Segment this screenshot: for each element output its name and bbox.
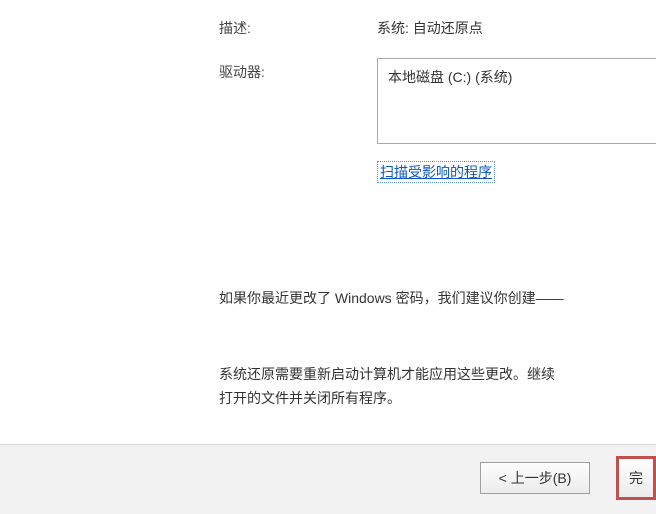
drive-listbox[interactable]: 本地磁盘 (C:) (系统) bbox=[377, 58, 656, 144]
drive-list-item[interactable]: 本地磁盘 (C:) (系统) bbox=[388, 67, 646, 87]
next-button-label: 完 bbox=[629, 468, 643, 488]
back-button[interactable]: < 上一步(B) bbox=[480, 462, 590, 494]
restart-note-line1: 系统还原需要重新启动计算机才能应用这些更改。继续 bbox=[219, 364, 656, 384]
description-value: 系统: 自动还原点 bbox=[377, 18, 483, 38]
description-label: 描述: bbox=[219, 18, 251, 38]
next-button[interactable]: 完 bbox=[616, 456, 656, 500]
drive-label: 驱动器: bbox=[219, 62, 265, 82]
restart-note-line2: 打开的文件并关闭所有程序。 bbox=[219, 388, 656, 408]
scan-affected-programs-link[interactable]: 扫描受影响的程序 bbox=[377, 161, 495, 183]
dialog-content: 描述: 系统: 自动还原点 驱动器: 本地磁盘 (C:) (系统) 扫描受影响的… bbox=[0, 0, 656, 444]
password-note-text: 如果你最近更改了 Windows 密码，我们建议你创建—— bbox=[219, 288, 656, 308]
